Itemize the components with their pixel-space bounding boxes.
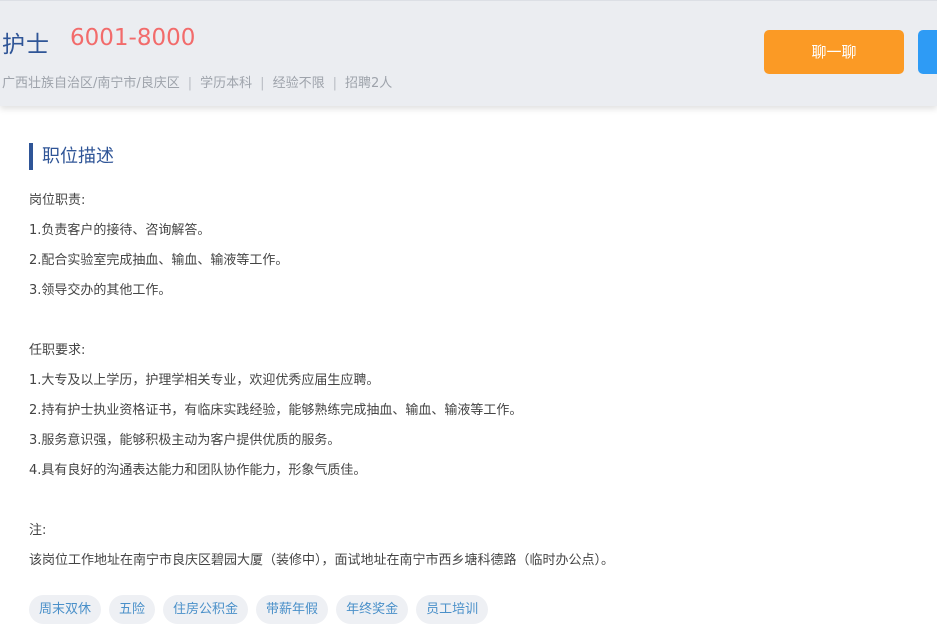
benefit-tag: 员工培训 <box>416 595 489 624</box>
benefit-tags: 周末双休 五险 住房公积金 带薪年假 年终奖金 员工培训 <box>29 595 489 624</box>
meta-separator: | <box>332 76 337 91</box>
meta-separator: | <box>260 76 265 91</box>
requirements-heading: 任职要求: <box>29 343 86 358</box>
note-text: 该岗位工作地址在南宁市良庆区碧园大厦（装修中），面试地址在南宁市西乡塘科德路（临… <box>29 553 615 568</box>
apply-button[interactable] <box>918 30 937 74</box>
requirement-item: 3.服务意识强，能够积极主动为客户提供优质的服务。 <box>29 433 341 448</box>
requirement-item: 4.具有良好的沟通表达能力和团队协作能力，形象气质佳。 <box>29 463 367 478</box>
benefit-tag: 年终奖金 <box>336 595 409 624</box>
job-title: 护士 <box>2 32 50 58</box>
job-header: 护士 6001-8000 广西壮族自治区/南宁市/良庆区 | 学历本科 | 经验不限 | 招… <box>0 0 937 106</box>
job-meta: 广西壮族自治区/南宁市/良庆区 | 学历本科 | 经验不限 | 招聘2人 <box>2 72 392 91</box>
salary-range: 6001-8000 <box>70 25 196 51</box>
job-description: 岗位职责: 1.负责客户的接待、咨询解答。 2.配合实验室完成抽血、输血、输液等… <box>29 186 909 576</box>
duty-item: 1.负责客户的接待、咨询解答。 <box>29 223 211 238</box>
job-headcount: 招聘2人 <box>344 76 393 91</box>
benefit-tag: 周末双休 <box>29 595 102 624</box>
chat-button[interactable]: 聊一聊 <box>764 30 904 74</box>
section-title-job-description: 职位描述 <box>29 143 114 170</box>
job-education: 学历本科 <box>200 76 253 91</box>
job-experience: 经验不限 <box>272 76 325 91</box>
job-location: 广西壮族自治区/南宁市/良庆区 <box>2 76 180 91</box>
benefit-tag: 五险 <box>109 595 156 624</box>
meta-separator: | <box>187 76 193 91</box>
note-heading: 注: <box>29 523 47 538</box>
requirement-item: 2.持有护士执业资格证书，有临床实践经验，能够熟练完成抽血、输血、输液等工作。 <box>29 403 523 418</box>
duty-item: 3.领导交办的其他工作。 <box>29 283 172 298</box>
benefit-tag: 住房公积金 <box>163 595 249 624</box>
duty-item: 2.配合实验室完成抽血、输血、输液等工作。 <box>29 253 289 268</box>
requirement-item: 1.大专及以上学历，护理学相关专业，欢迎优秀应届生应聘。 <box>29 373 380 388</box>
benefit-tag: 带薪年假 <box>256 595 329 624</box>
duties-heading: 岗位职责: <box>29 193 86 208</box>
